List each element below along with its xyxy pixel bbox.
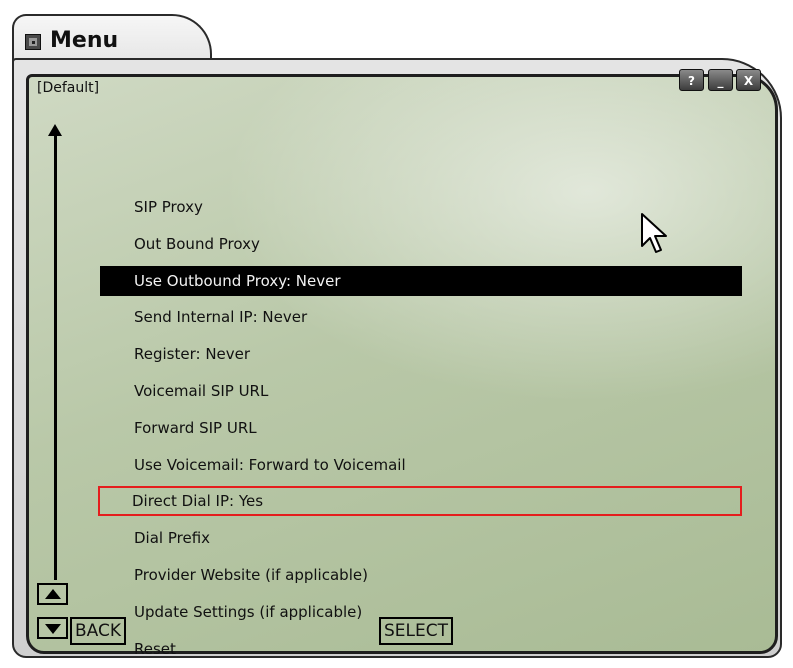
scroll-up-button[interactable] [37, 583, 68, 605]
mouse-pointer-icon [641, 213, 667, 253]
menu-item[interactable]: Send Internal IP: Never [100, 302, 742, 332]
close-button[interactable]: X [736, 69, 761, 91]
menu-item[interactable]: Register: Never [100, 339, 742, 369]
back-button[interactable]: BACK [70, 617, 127, 645]
scroll-track-arrow-icon [48, 124, 62, 136]
scroll-track [54, 132, 57, 580]
minimize-button[interactable]: _ [708, 69, 733, 91]
menu-item[interactable]: Forward SIP URL [100, 413, 742, 443]
scroll-down-button[interactable] [37, 617, 68, 639]
menu-window: Menu [Default] ? _ X SIP Proxy Out Bound … [0, 0, 793, 668]
menu-item[interactable]: Dial Prefix [100, 523, 742, 553]
menu-item[interactable]: Use Voicemail: Forward to Voicemail [100, 450, 742, 480]
triangle-down-icon [45, 624, 61, 634]
profile-label: [Default] [37, 80, 100, 96]
menu-item[interactable]: Use Outbound Proxy: Never [100, 266, 742, 296]
select-button[interactable]: SELECT [379, 617, 453, 645]
help-button[interactable]: ? [679, 69, 704, 91]
menu-item[interactable]: Voicemail SIP URL [100, 376, 742, 406]
menu-item[interactable]: Direct Dial IP: Yes [98, 486, 742, 516]
menu-item[interactable]: Provider Website (if applicable) [100, 560, 742, 590]
menu-window-icon [25, 34, 41, 50]
window-title: Menu [50, 28, 119, 53]
triangle-up-icon [45, 589, 61, 599]
